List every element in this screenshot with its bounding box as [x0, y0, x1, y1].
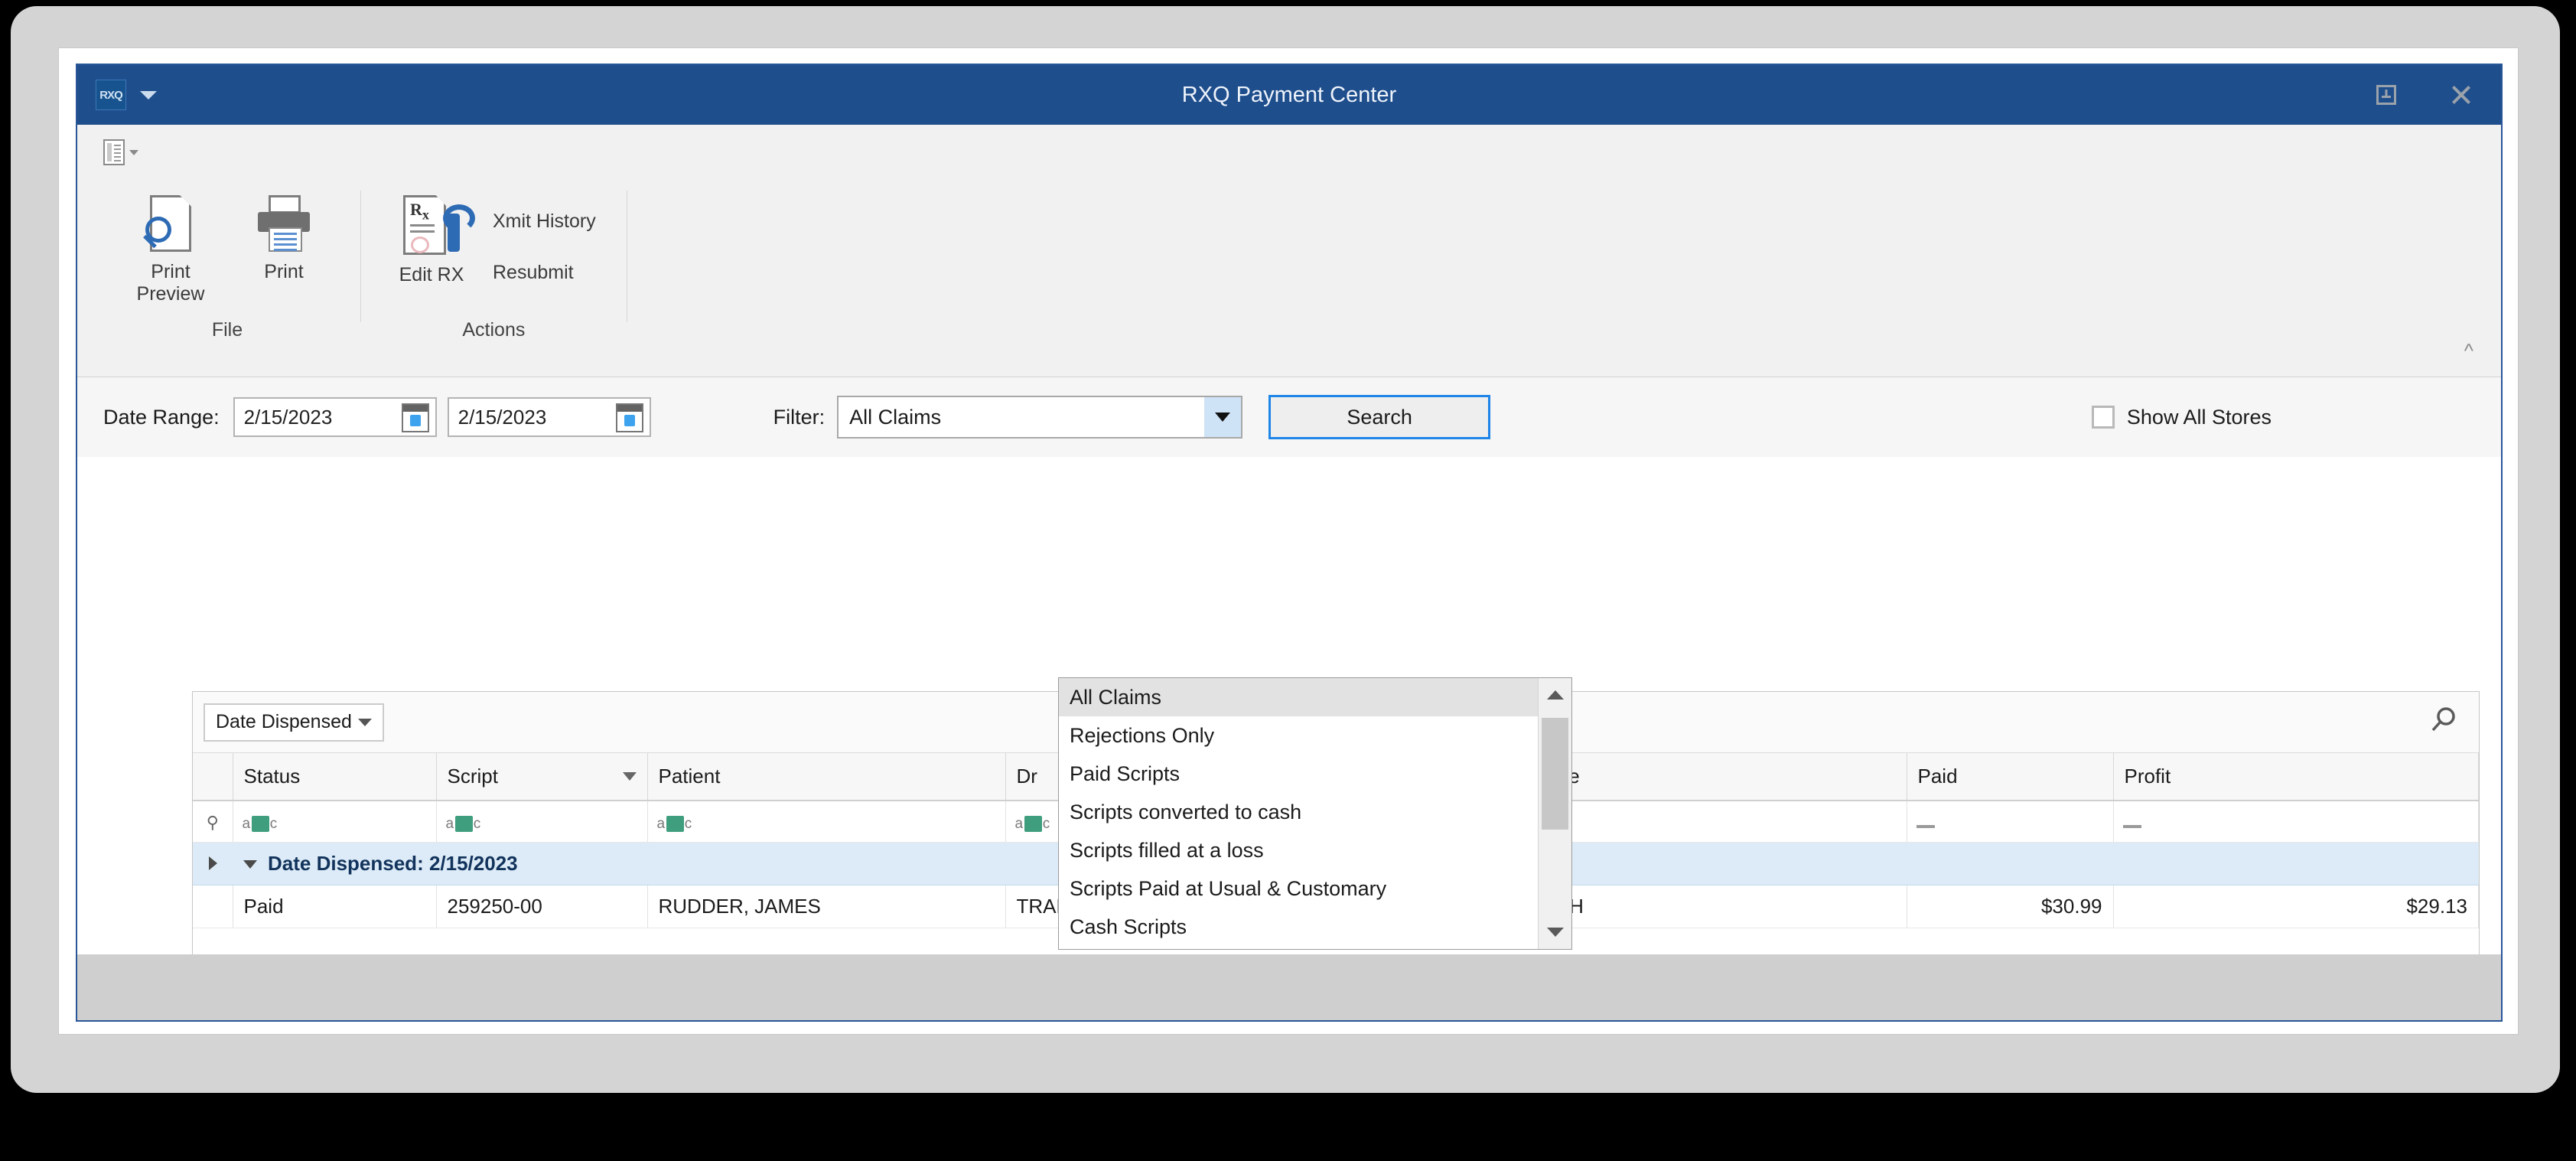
dropdown-option-scripts-paid-at-usual-customary[interactable]: Scripts Paid at Usual & Customary	[1059, 869, 1571, 908]
text-filter-icon: abc	[656, 815, 693, 832]
filter-controls: Filter: All Claims Search	[773, 395, 1491, 439]
resubmit-button[interactable]: Resubmit	[482, 257, 607, 289]
document-menu-icon	[103, 139, 125, 165]
restore-icon	[2376, 85, 2396, 105]
xmit-history-button[interactable]: Xmit History	[482, 206, 607, 237]
scroll-up-button[interactable]	[1539, 678, 1571, 712]
group-by-value: Date Dispensed	[216, 711, 352, 732]
filter-cell-status[interactable]: abc	[233, 801, 437, 843]
ribbon-group-label-actions: Actions	[462, 319, 526, 341]
column-script-label: Script	[447, 765, 498, 788]
edit-rx-button[interactable]: Rx Edit RX	[381, 186, 482, 286]
edit-rx-label: Edit RX	[399, 264, 464, 285]
application-window: RXQ RXQ Payment Center Print Preview Pri…	[76, 64, 2503, 1022]
text-filter-icon: abc	[242, 815, 278, 832]
edit-rx-icon: Rx	[403, 195, 475, 255]
cell-status: Paid	[233, 885, 437, 928]
print-label: Print	[264, 261, 304, 282]
ribbon-group-file: Print Preview Print File	[94, 180, 360, 353]
column-patient[interactable]: Patient	[647, 753, 1006, 801]
filter-cell-script[interactable]: abc	[436, 801, 648, 843]
actions-text-buttons: Xmit History Resubmit	[482, 186, 607, 289]
chevron-down-icon[interactable]	[622, 772, 637, 781]
search-button[interactable]: Search	[1268, 395, 1491, 439]
ribbon-quick-row	[77, 125, 2501, 180]
date-to-field[interactable]: 2/15/2023	[447, 397, 651, 437]
filter-cell-patient[interactable]: abc	[647, 801, 1006, 843]
filter-cell-paid[interactable]	[1907, 801, 2114, 843]
column-status[interactable]: Status	[233, 753, 437, 801]
cell-patient: RUDDER, JAMES	[647, 885, 1006, 928]
filter-dropdown-list[interactable]: All Claims Rejections Only Paid Scripts …	[1058, 677, 1572, 950]
column-indicator	[193, 753, 233, 801]
calendar-icon[interactable]	[615, 403, 643, 432]
date-to-value: 2/15/2023	[458, 405, 547, 429]
device-screen: RXQ RXQ Payment Center Print Preview Pri…	[58, 47, 2519, 1035]
text-filter-icon: abc	[1014, 815, 1051, 832]
chevron-down-icon	[358, 718, 372, 726]
scrollbar-thumb[interactable]	[1542, 718, 1568, 830]
dropdown-option-scripts-filled-at-a-loss[interactable]: Scripts filled at a loss	[1059, 831, 1571, 869]
filter-bar: Date Range: 2/15/2023 2/15/2023 Filter: …	[77, 377, 2501, 457]
filter-combobox[interactable]: All Claims	[837, 396, 1243, 439]
group-header-label: Date Dispensed: 2/15/2023	[268, 851, 518, 875]
ribbon-groups: Print Preview Print File Rx Edit RX Xmit…	[77, 180, 2501, 353]
filter-pin-icon[interactable]: ⚲	[193, 801, 233, 843]
date-from-value: 2/15/2023	[243, 405, 333, 429]
dropdown-option-scripts-converted-to-cash[interactable]: Scripts converted to cash	[1059, 793, 1571, 831]
title-bar: RXQ RXQ Payment Center	[77, 65, 2501, 125]
group-row-indicator	[193, 842, 233, 885]
status-strip	[77, 954, 2501, 1020]
dropdown-option-rejections-only[interactable]: Rejections Only	[1059, 716, 1571, 755]
ribbon-group-label-file: File	[211, 319, 243, 341]
checkbox-box[interactable]	[2091, 406, 2115, 429]
number-filter-icon	[2122, 824, 2141, 828]
column-script[interactable]: Script	[436, 753, 648, 801]
filter-label: Filter:	[773, 405, 826, 429]
document-menu-button[interactable]	[103, 139, 138, 165]
ribbon-collapse-button[interactable]: ^	[2464, 339, 2473, 363]
group-by-combobox[interactable]: Date Dispensed	[204, 703, 384, 742]
search-icon[interactable]	[2428, 705, 2459, 739]
show-all-stores-label: Show All Stores	[2126, 405, 2272, 429]
print-button[interactable]: Print	[227, 186, 340, 283]
show-all-stores-checkbox[interactable]: Show All Stores	[2091, 405, 2272, 429]
close-icon	[2450, 83, 2473, 106]
printer-icon	[256, 195, 311, 252]
print-preview-button[interactable]: Print Preview	[114, 186, 227, 305]
window-title: RXQ Payment Center	[1181, 82, 1397, 107]
collapse-triangle-icon[interactable]	[243, 860, 257, 869]
filter-combobox-value: All Claims	[849, 405, 942, 429]
column-profit[interactable]: Profit	[2113, 753, 2479, 801]
row-indicator	[193, 885, 233, 928]
dropdown-option-all-claims[interactable]: All Claims	[1059, 678, 1571, 716]
ribbon-group-actions: Rx Edit RX Xmit History Resubmit Actions	[361, 180, 627, 353]
close-button[interactable]	[2444, 78, 2478, 112]
ribbon: Print Preview Print File Rx Edit RX Xmit…	[77, 125, 2501, 377]
scroll-down-button[interactable]	[1539, 915, 1571, 949]
text-filter-icon: abc	[445, 815, 482, 832]
date-range-label: Date Range:	[103, 405, 220, 429]
cell-paid: $30.99	[1907, 885, 2114, 928]
column-paid[interactable]: Paid	[1907, 753, 2114, 801]
date-from-field[interactable]: 2/15/2023	[233, 397, 437, 437]
chevron-down-icon[interactable]	[1204, 397, 1242, 437]
number-filter-icon	[1916, 824, 1935, 828]
device-bezel: RXQ RXQ Payment Center Print Preview Pri…	[11, 6, 2560, 1093]
window-controls	[2369, 65, 2478, 125]
calendar-icon[interactable]	[401, 403, 429, 432]
dropdown-option-cash-scripts[interactable]: Cash Scripts	[1059, 908, 1571, 946]
filter-cell-profit[interactable]	[2113, 801, 2479, 843]
print-preview-label: Print Preview	[136, 261, 205, 305]
filter-dropdown-options: All Claims Rejections Only Paid Scripts …	[1059, 678, 1571, 946]
dropdown-scrollbar[interactable]	[1538, 678, 1571, 949]
print-preview-icon	[143, 195, 196, 252]
cell-script: 259250-00	[436, 885, 648, 928]
restore-button[interactable]	[2369, 78, 2403, 112]
chevron-up-icon	[1546, 690, 1564, 700]
cell-profit: $29.13	[2113, 885, 2479, 928]
chevron-down-icon	[1546, 928, 1564, 937]
chevron-down-icon	[129, 149, 138, 155]
dropdown-option-paid-scripts[interactable]: Paid Scripts	[1059, 755, 1571, 793]
